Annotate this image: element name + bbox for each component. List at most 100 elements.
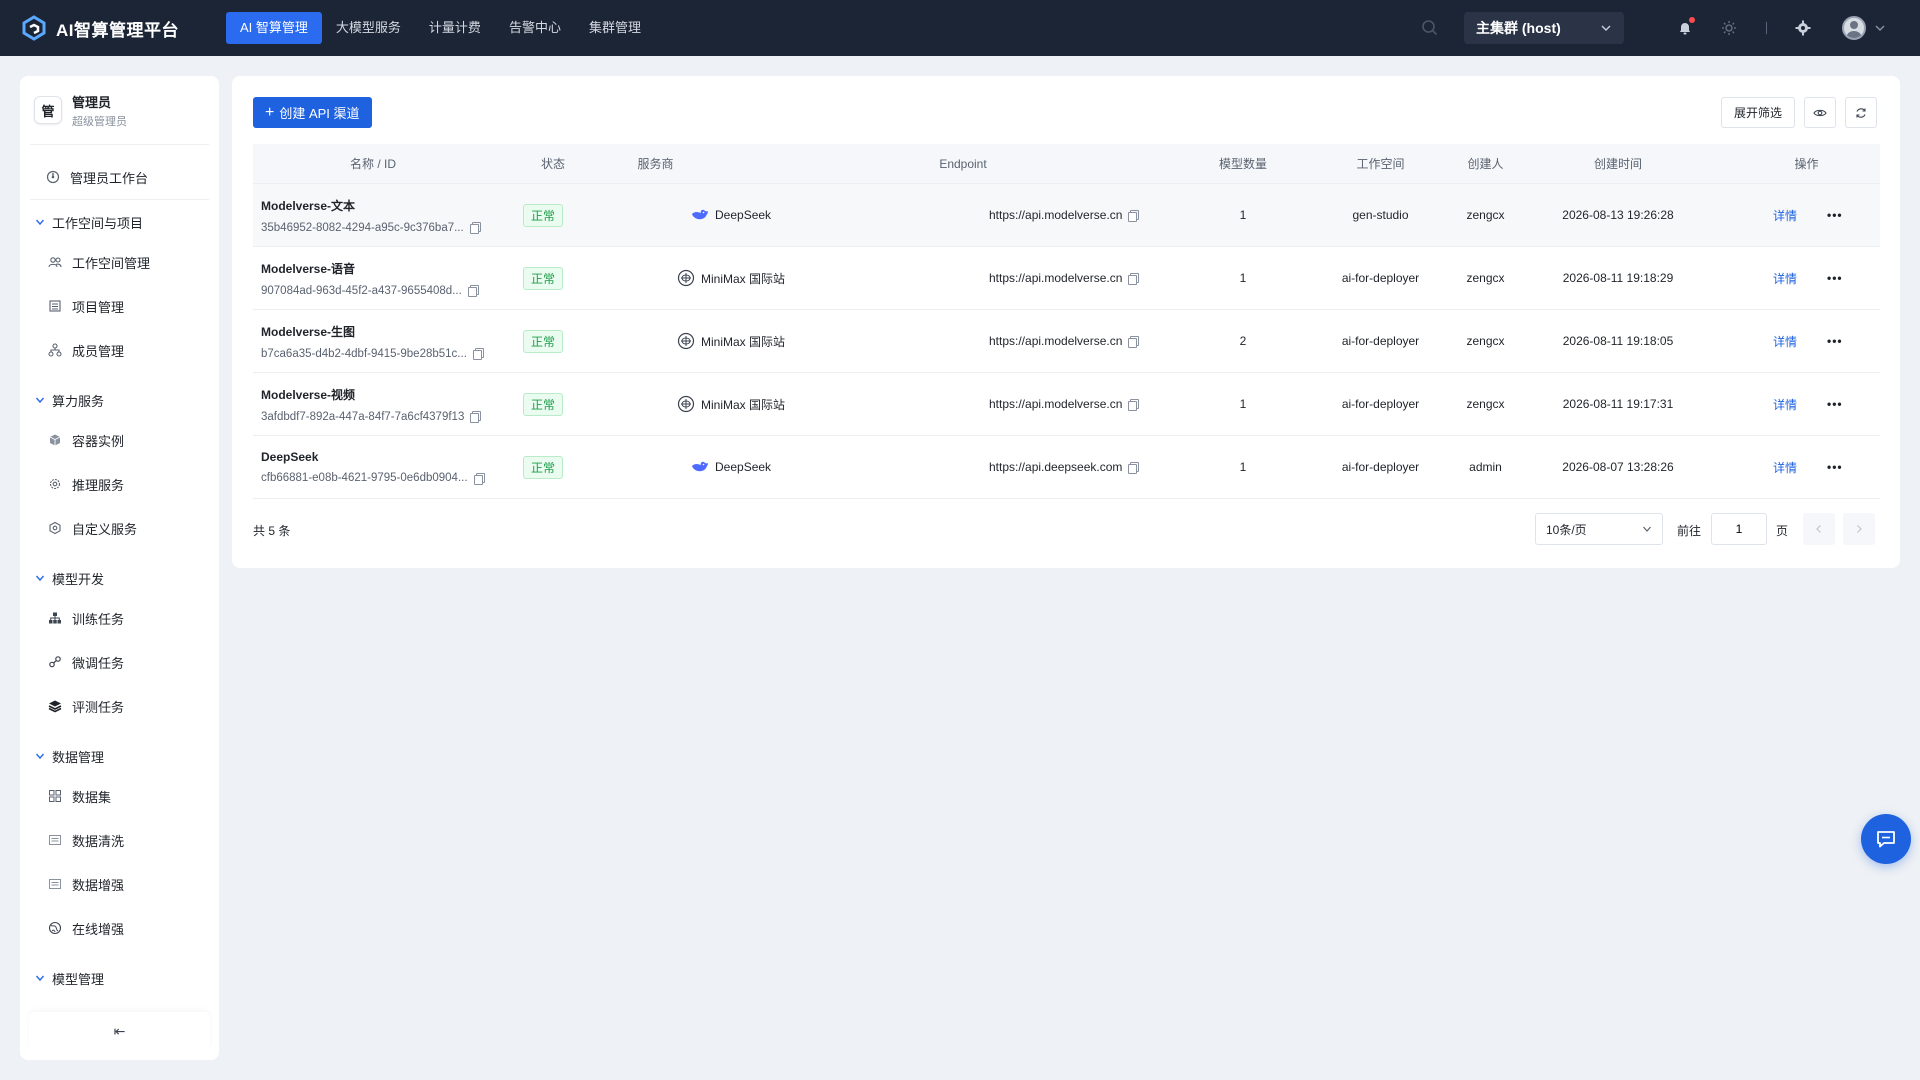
detail-link[interactable]: 详情: [1773, 459, 1797, 476]
sidebar-item-custom-service[interactable]: 自定义服务: [20, 506, 219, 550]
main-nav: AI 智算管理 大模型服务 计量计费 告警中心 集群管理: [226, 12, 655, 44]
nav-item-ai-compute[interactable]: AI 智算管理: [226, 12, 322, 44]
channel-id: 3afdbdf7-892a-447a-84f7-7a6cf4379f13: [261, 410, 465, 423]
sidebar-divider: [30, 199, 209, 200]
topbar-divider: [1766, 22, 1767, 34]
brand[interactable]: AI智算管理平台: [20, 14, 206, 42]
more-actions-icon[interactable]: •••: [1827, 208, 1843, 222]
sidebar-item-finetune-task[interactable]: 微调任务: [20, 640, 219, 684]
col-header-status: 状态: [540, 157, 565, 171]
sidebar-group-label: 数据管理: [52, 749, 105, 765]
status-badge: 正常: [523, 392, 564, 416]
copy-icon[interactable]: [1128, 398, 1140, 411]
sidebar-item-project-management[interactable]: 项目管理: [20, 284, 219, 328]
main-panel: + 创建 API 渠道 展开筛选 名称 / ID 状态 服务商 Endpoint…: [232, 76, 1900, 568]
chevron-down-icon: [1875, 25, 1885, 31]
sidebar-item-eval-task[interactable]: 评测任务: [20, 684, 219, 728]
sidebar-item-workbench[interactable]: 管理员工作台: [20, 155, 219, 199]
detail-link[interactable]: 详情: [1773, 207, 1797, 224]
status-badge: 正常: [523, 329, 564, 353]
search-icon[interactable]: [1420, 18, 1440, 38]
minimax-logo-icon: [677, 332, 695, 350]
copy-icon[interactable]: [1128, 461, 1140, 474]
user-menu[interactable]: [1842, 16, 1886, 40]
sidebar-item-dataset[interactable]: 数据集: [20, 774, 219, 818]
copy-icon[interactable]: [1128, 335, 1140, 348]
creator-name: zengcx: [1466, 271, 1505, 285]
col-header-workspace: 工作空间: [1356, 157, 1405, 171]
sidebar-collapse-button[interactable]: ⇤: [29, 1012, 210, 1050]
nav-item-llm-service[interactable]: 大模型服务: [322, 12, 415, 44]
provider-name: MiniMax 国际站: [701, 397, 786, 412]
sidebar-item-label: 自定义服务: [72, 521, 138, 537]
copy-icon[interactable]: [467, 285, 479, 297]
more-actions-icon[interactable]: •••: [1827, 397, 1843, 411]
page-size-select[interactable]: 10条/页: [1535, 513, 1663, 545]
copy-icon[interactable]: [469, 222, 481, 234]
sidebar-group-compute[interactable]: 算力服务: [20, 382, 219, 418]
creator-name: zengcx: [1466, 208, 1505, 222]
minimax-logo-icon: [677, 395, 695, 413]
gear-icon: [1795, 20, 1811, 36]
sidebar-group-label: 工作空间与项目: [52, 215, 144, 231]
sidebar-group-workspace[interactable]: 工作空间与项目: [20, 204, 219, 240]
more-actions-icon[interactable]: •••: [1827, 334, 1843, 348]
more-actions-icon[interactable]: •••: [1827, 271, 1843, 285]
copy-icon[interactable]: [473, 472, 485, 485]
next-page-button[interactable]: [1843, 513, 1875, 545]
table-row: Modelverse-语音 907084ad-963d-45f2-a437-96…: [253, 247, 1880, 310]
copy-icon[interactable]: [1128, 272, 1140, 285]
channel-id: b7ca6a35-d4b2-4dbf-9415-9be28b51c...: [261, 347, 467, 360]
cluster-select[interactable]: 主集群 (host): [1464, 12, 1624, 44]
col-header-action: 操作: [1794, 157, 1819, 171]
expand-filter-button[interactable]: 展开筛选: [1721, 97, 1795, 128]
sidebar-item-inference-service[interactable]: 推理服务: [20, 462, 219, 506]
created-time: 2026-08-11 19:18:05: [1562, 334, 1674, 348]
sidebar-item-data-cleaning[interactable]: 数据清洗: [20, 818, 219, 862]
detail-link[interactable]: 详情: [1773, 270, 1797, 287]
brand-title: AI智算管理平台: [56, 20, 179, 40]
create-api-channel-button[interactable]: + 创建 API 渠道: [253, 97, 372, 128]
more-actions-icon[interactable]: •••: [1827, 460, 1843, 474]
workspace-name: ai-for-deployer: [1341, 460, 1420, 474]
copy-icon[interactable]: [1128, 209, 1140, 222]
nav-item-cluster[interactable]: 集群管理: [575, 12, 655, 44]
provider-name: DeepSeek: [715, 208, 772, 222]
prev-page-button[interactable]: [1803, 513, 1835, 545]
settings-button[interactable]: [1792, 17, 1814, 39]
sidebar-item-training-task[interactable]: 训练任务: [20, 596, 219, 640]
sidebar-item-container-instance[interactable]: 容器实例: [20, 418, 219, 462]
channel-id: 907084ad-963d-45f2-a437-9655408d...: [261, 284, 462, 297]
channel-name: Modelverse-视频: [261, 387, 356, 402]
page-number-input[interactable]: [1711, 513, 1767, 545]
created-time: 2026-08-11 19:17:31: [1562, 397, 1674, 411]
sitemap-icon: [48, 611, 62, 625]
col-header-name: 名称 / ID: [349, 157, 396, 171]
sidebar-group-model-management[interactable]: 模型管理: [20, 960, 219, 996]
theme-toggle-button[interactable]: [1718, 17, 1740, 39]
sidebar-item-workspace-management[interactable]: 工作空间管理: [20, 240, 219, 284]
notification-dot: [1689, 17, 1695, 23]
channel-name: Modelverse-生图: [261, 324, 356, 339]
detail-link[interactable]: 详情: [1773, 333, 1797, 350]
copy-icon[interactable]: [472, 348, 484, 360]
column-visibility-button[interactable]: [1804, 97, 1836, 128]
refresh-button[interactable]: [1845, 97, 1877, 128]
nav-item-billing[interactable]: 计量计费: [415, 12, 495, 44]
total-count: 共 5 条: [253, 524, 291, 538]
status-badge: 正常: [523, 266, 564, 290]
copy-icon[interactable]: [470, 411, 482, 423]
sidebar-item-member-management[interactable]: 成员管理: [20, 328, 219, 372]
sidebar-group-data[interactable]: 数据管理: [20, 738, 219, 774]
notification-button[interactable]: [1674, 17, 1696, 39]
nav-item-alerts[interactable]: 告警中心: [495, 12, 575, 44]
sidebar-item-data-augment[interactable]: 数据增强: [20, 862, 219, 906]
chat-assistant-button[interactable]: [1861, 814, 1911, 864]
share-nodes-icon: [48, 655, 62, 669]
detail-link[interactable]: 详情: [1773, 396, 1797, 413]
channel-id: 35b46952-8082-4294-a95c-9c376ba7...: [261, 221, 464, 234]
sidebar-group-label: 模型开发: [52, 571, 105, 587]
chevron-left-icon: [1816, 525, 1821, 533]
sidebar-group-model-dev[interactable]: 模型开发: [20, 560, 219, 596]
sidebar-item-online-augment[interactable]: 在线增强: [20, 906, 219, 950]
